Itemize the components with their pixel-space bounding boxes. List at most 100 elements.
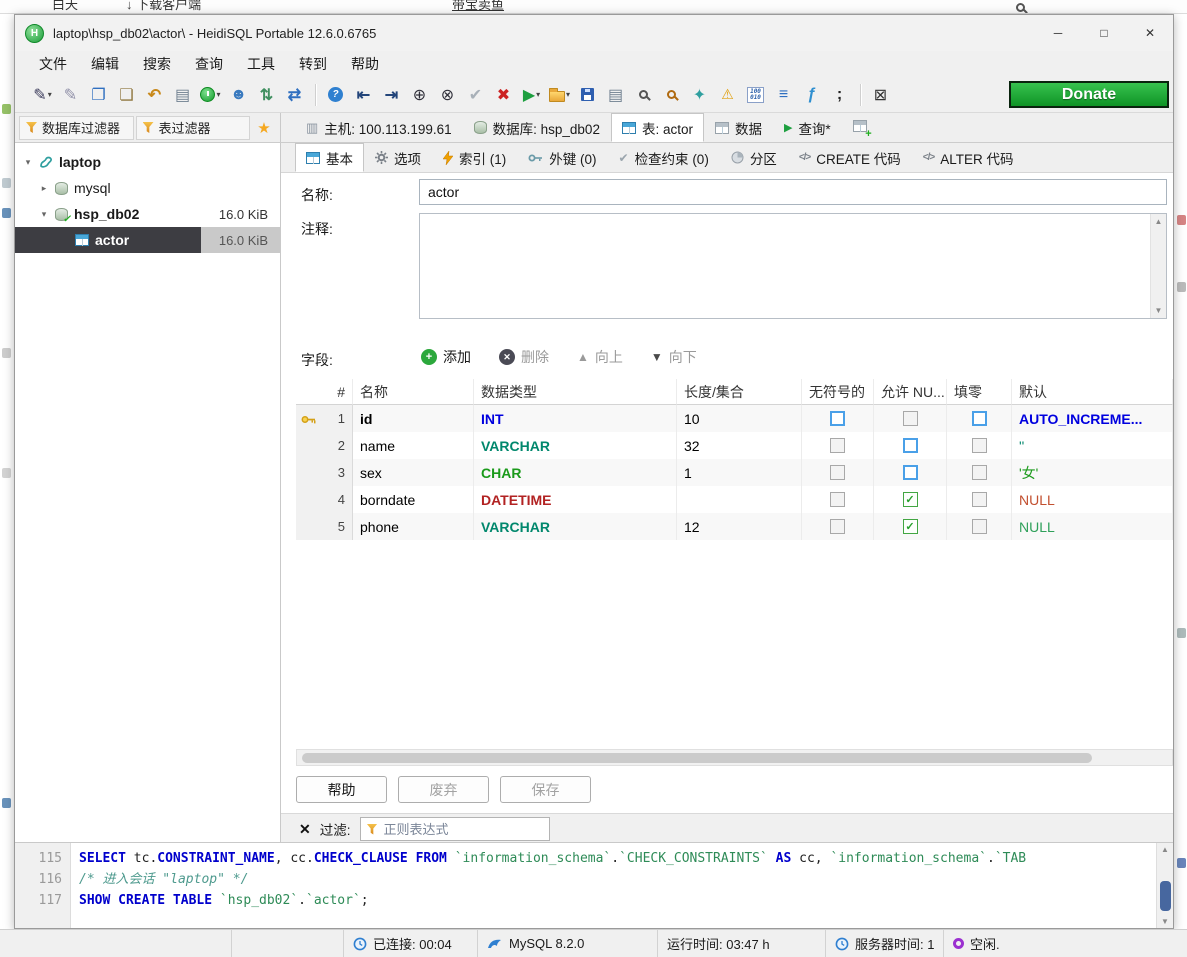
move-down-button[interactable]: ▼ 向下 bbox=[651, 347, 697, 367]
menu-item-6[interactable]: 帮助 bbox=[339, 50, 391, 78]
server-tab-0[interactable]: ▥主机: 100.113.199.61 bbox=[295, 113, 463, 142]
delimiter-button[interactable]: ; bbox=[826, 82, 853, 108]
row-number-cell[interactable]: 1 bbox=[296, 405, 353, 432]
unsigned-checkbox[interactable] bbox=[830, 465, 845, 480]
log-code[interactable]: SELECT tc.CONSTRAINT_NAME, cc.CHECK_CLAU… bbox=[71, 843, 1156, 928]
editor-tab-1[interactable]: 选项 bbox=[364, 143, 432, 172]
allow-null-checkbox[interactable] bbox=[903, 411, 918, 426]
find-replace-button[interactable] bbox=[658, 82, 685, 108]
table-row[interactable]: 3sexCHAR1'女' bbox=[296, 459, 1173, 486]
server-tab-2[interactable]: 表: actor bbox=[611, 113, 704, 142]
default-cell[interactable]: AUTO_INCREME... bbox=[1012, 405, 1173, 432]
table-row[interactable]: 4borndateDATETIME✓NULL bbox=[296, 486, 1173, 513]
length-cell[interactable]: 10 bbox=[677, 405, 802, 432]
default-cell[interactable]: NULL bbox=[1012, 513, 1173, 540]
binary-view-button[interactable]: 100010 bbox=[742, 82, 769, 108]
scrollbar-thumb[interactable] bbox=[1160, 881, 1171, 911]
editor-tab-4[interactable]: ✔检查约束 (0) bbox=[608, 143, 720, 172]
background-theme-link[interactable]: 白天 bbox=[52, 0, 78, 13]
cancel-record-button[interactable]: ⊗ bbox=[434, 82, 461, 108]
database-filter-button[interactable]: 数据库过滤器 bbox=[19, 116, 134, 140]
allow-null-checkbox[interactable] bbox=[903, 438, 918, 453]
default-cell[interactable]: '' bbox=[1012, 432, 1173, 459]
allow-null-checkbox[interactable]: ✓ bbox=[903, 492, 918, 507]
comment-textarea[interactable]: ▲ ▼ bbox=[419, 213, 1167, 319]
allow-null-cell[interactable]: ✓ bbox=[874, 513, 947, 540]
maximize-icon[interactable]: □ bbox=[1081, 15, 1127, 51]
close-filter-icon[interactable]: ✕ bbox=[299, 821, 311, 838]
reformat-button[interactable]: ✦ bbox=[686, 82, 713, 108]
filter-regex-input[interactable] bbox=[384, 822, 543, 837]
row-number-cell[interactable]: 5 bbox=[296, 513, 353, 540]
editor-tab-2[interactable]: 索引 (1) bbox=[432, 143, 517, 172]
collapse-arrow-icon[interactable]: ▾ bbox=[23, 157, 33, 168]
search-button[interactable] bbox=[630, 82, 657, 108]
column-name-cell[interactable]: name bbox=[353, 432, 474, 459]
column-header-1[interactable]: 名称 bbox=[353, 379, 474, 405]
datatype-cell[interactable]: CHAR bbox=[474, 459, 677, 486]
collapse-arrow-icon[interactable]: ▾ bbox=[39, 209, 49, 220]
unsigned-cell[interactable] bbox=[802, 432, 874, 459]
zerofill-checkbox[interactable] bbox=[972, 411, 987, 426]
help-button[interactable]: ? bbox=[322, 82, 349, 108]
go-last-button[interactable]: ⇥ bbox=[378, 82, 405, 108]
unsigned-checkbox[interactable] bbox=[830, 411, 845, 426]
column-header-2[interactable]: 数据类型 bbox=[474, 379, 677, 405]
warning-button[interactable]: ⚠ bbox=[714, 82, 741, 108]
close-icon[interactable]: ✕ bbox=[1127, 15, 1173, 51]
editor-tab-3[interactable]: 外键 (0) bbox=[517, 143, 607, 172]
server-tab-4[interactable]: ▶查询* bbox=[773, 113, 842, 142]
datatype-cell[interactable]: DATETIME bbox=[474, 486, 677, 513]
editor-tab-6[interactable]: </>CREATE 代码 bbox=[788, 143, 912, 172]
zerofill-cell[interactable] bbox=[947, 405, 1012, 432]
grid-horizontal-scrollbar[interactable] bbox=[296, 749, 1173, 766]
server-tab-3[interactable]: 数据 bbox=[704, 113, 773, 142]
favorites-star-icon[interactable]: ★ bbox=[252, 116, 276, 140]
unsigned-cell[interactable] bbox=[802, 405, 874, 432]
background-download-link[interactable]: ↓ 下载客户端 bbox=[126, 0, 201, 13]
allow-null-cell[interactable] bbox=[874, 405, 947, 432]
editor-tab-5[interactable]: 分区 bbox=[720, 143, 788, 172]
zerofill-cell[interactable] bbox=[947, 459, 1012, 486]
user-manager-button[interactable]: ☻ bbox=[225, 82, 252, 108]
server-tab-1[interactable]: 数据库: hsp_db02 bbox=[463, 113, 611, 142]
unsigned-cell[interactable] bbox=[802, 459, 874, 486]
zerofill-cell[interactable] bbox=[947, 486, 1012, 513]
table-name-input[interactable] bbox=[419, 179, 1167, 205]
title-bar[interactable]: H laptop\hsp_db02\actor\ - HeidiSQL Port… bbox=[15, 15, 1173, 51]
server-tab-5[interactable]: + bbox=[842, 113, 878, 142]
unsigned-checkbox[interactable] bbox=[830, 438, 845, 453]
apply-record-button[interactable]: ✔ bbox=[462, 82, 489, 108]
scroll-up-icon[interactable]: ▲ bbox=[1155, 217, 1163, 226]
datatype-cell[interactable]: INT bbox=[474, 405, 677, 432]
add-record-button[interactable]: ⊕ bbox=[406, 82, 433, 108]
column-header-4[interactable]: 无符号的 bbox=[802, 379, 874, 405]
menu-item-4[interactable]: 工具 bbox=[235, 50, 287, 78]
new-pencil-button[interactable]: ✎▾ bbox=[29, 82, 56, 108]
menu-item-5[interactable]: 转到 bbox=[287, 50, 339, 78]
row-number-cell[interactable]: 2 bbox=[296, 432, 353, 459]
menu-item-2[interactable]: 搜索 bbox=[131, 50, 183, 78]
row-number-cell[interactable]: 4 bbox=[296, 486, 353, 513]
open-file-button[interactable]: ▾ bbox=[546, 82, 573, 108]
zerofill-checkbox[interactable] bbox=[972, 519, 987, 534]
undo-button[interactable]: ↶ bbox=[141, 82, 168, 108]
allow-null-checkbox[interactable]: ✓ bbox=[903, 519, 918, 534]
length-cell[interactable] bbox=[677, 486, 802, 513]
scrollbar-thumb[interactable] bbox=[302, 753, 1092, 763]
scroll-down-icon[interactable]: ▼ bbox=[1157, 917, 1173, 926]
search-icon[interactable] bbox=[1016, 0, 1025, 14]
unsigned-cell[interactable] bbox=[802, 513, 874, 540]
allow-null-cell[interactable] bbox=[874, 459, 947, 486]
save-file-button[interactable] bbox=[574, 82, 601, 108]
zerofill-cell[interactable] bbox=[947, 513, 1012, 540]
datatype-cell[interactable]: VARCHAR bbox=[474, 432, 677, 459]
column-name-cell[interactable]: id bbox=[353, 405, 474, 432]
pencil-button[interactable]: ✎ bbox=[57, 82, 84, 108]
column-name-cell[interactable]: phone bbox=[353, 513, 474, 540]
stop-button[interactable]: ✖ bbox=[490, 82, 517, 108]
power-connect-button[interactable]: ▾ bbox=[197, 82, 224, 108]
remove-field-button[interactable]: ✕ 删除 bbox=[499, 347, 549, 367]
add-field-button[interactable]: + 添加 bbox=[421, 347, 471, 367]
length-cell[interactable]: 32 bbox=[677, 432, 802, 459]
